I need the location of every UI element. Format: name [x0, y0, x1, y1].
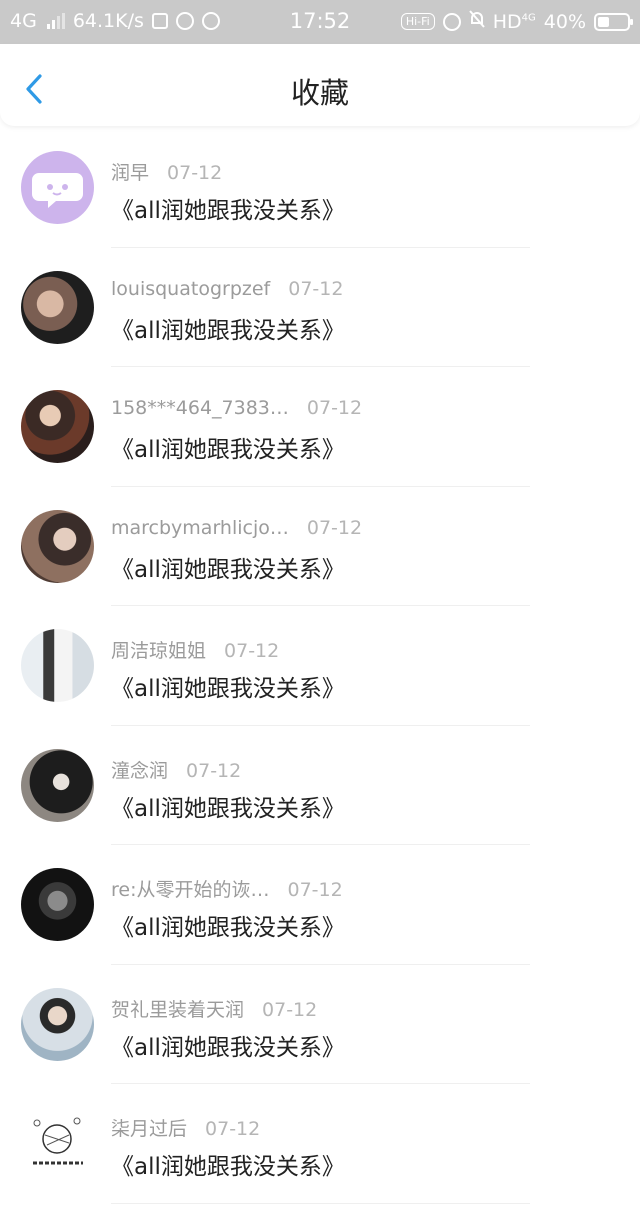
username: 158***464_7383…: [111, 397, 289, 419]
username: louisquatogrpzef: [111, 277, 271, 300]
list-item[interactable]: louisquatogrpzef 07-12 《all润她跟我没关系》: [0, 248, 640, 367]
username: 润早: [111, 162, 150, 184]
favorites-list: 润早 07-12 《all润她跟我没关系》 louisquatogrpzef 07-12…: [0, 128, 640, 1204]
item-meta: 润早 07-12: [111, 158, 222, 185]
doodle-avatar-icon: [33, 1117, 83, 1165]
item-title: 《all润她跟我没关系》: [111, 1154, 345, 1180]
hd-indicator: HD4G: [493, 11, 536, 33]
list-item[interactable]: 周洁琼姐姐 07-12 《all润她跟我没关系》: [0, 606, 640, 726]
bell-muted-icon: [468, 10, 485, 33]
list-item[interactable]: 158***464_7383… 07-12 《all润她跟我没关系》: [0, 367, 640, 487]
item-meta: 潼念润 07-12: [111, 756, 241, 783]
item-title: 《all润她跟我没关系》: [111, 915, 345, 941]
date: 07-12: [288, 277, 344, 300]
list-item[interactable]: 贺礼里装着天润 07-12 《all润她跟我没关系》: [0, 965, 640, 1084]
item-title: 《all润她跟我没关系》: [111, 317, 345, 344]
battery-percent: 40%: [543, 10, 586, 33]
item-meta: re:从零开始的诙… 07-12: [111, 875, 343, 902]
avatar[interactable]: [21, 748, 94, 822]
date: 07-12: [306, 516, 363, 539]
item-meta: 贺礼里装着天润 07-12: [111, 995, 317, 1022]
item-title: 《all润她跟我没关系》: [111, 556, 345, 583]
date: 07-12: [262, 998, 318, 1021]
avatar[interactable]: [21, 629, 94, 702]
alarm-clock-icon: [442, 12, 461, 31]
username: 贺礼里装着天润: [111, 998, 245, 1021]
item-meta: 158***464_7383… 07-12: [111, 397, 362, 419]
nav-bar: 收藏: [0, 44, 640, 126]
avatar[interactable]: [21, 509, 94, 583]
hd-label: HD: [492, 10, 522, 33]
avatar[interactable]: [21, 390, 94, 463]
divider: [111, 1202, 530, 1204]
list-item[interactable]: re:从零开始的诙… 07-12 《all润她跟我没关系》: [0, 845, 640, 965]
item-title: 《all润她跟我没关系》: [111, 198, 345, 224]
status-bar: 4G 64.1K/s 17:52 Hi-Fi HD4G 40%: [0, 0, 640, 44]
avatar[interactable]: [21, 270, 94, 344]
username: 周洁琼姐姐: [111, 640, 207, 662]
page-title: 收藏: [290, 76, 349, 110]
avatar[interactable]: [21, 151, 94, 224]
date: 07-12: [186, 759, 242, 782]
username: marcbymarhlicjo…: [111, 516, 289, 539]
item-meta: louisquatogrpzef 07-12: [111, 278, 343, 300]
list-item[interactable]: 柒月过后 07-12 《all润她跟我没关系》: [0, 1084, 640, 1204]
date: 07-12: [167, 162, 223, 184]
item-title: 《all润她跟我没关系》: [111, 1034, 345, 1061]
list-item[interactable]: marcbymarhlicjo… 07-12 《all润她跟我没关系》: [0, 487, 640, 606]
username: re:从零开始的诙…: [111, 879, 270, 901]
date: 07-12: [224, 640, 280, 662]
battery-icon: [594, 12, 633, 31]
item-meta: 周洁琼姐姐 07-12: [111, 636, 279, 663]
avatar[interactable]: [21, 868, 94, 941]
username: 柒月过后: [111, 1118, 188, 1140]
date: 07-12: [287, 879, 343, 901]
status-right: Hi-Fi HD4G 40%: [400, 10, 633, 33]
item-title: 《all润她跟我没关系》: [111, 676, 345, 702]
item-title: 《all润她跟我没关系》: [111, 437, 345, 463]
date: 07-12: [205, 1118, 261, 1140]
item-meta: marcbymarhlicjo… 07-12: [111, 517, 362, 539]
battery-tip: [630, 18, 633, 25]
chat-bubble-icon: [32, 173, 83, 208]
avatar[interactable]: [21, 987, 94, 1061]
list-item[interactable]: 潼念润 07-12 《all润她跟我没关系》: [0, 726, 640, 845]
item-title: 《all润她跟我没关系》: [111, 795, 345, 822]
date: 07-12: [306, 397, 363, 419]
username: 潼念润: [111, 759, 169, 782]
item-meta: 柒月过后 07-12: [111, 1114, 260, 1141]
hifi-badge: Hi-Fi: [400, 13, 435, 30]
avatar[interactable]: [21, 1107, 94, 1180]
battery-fill: [598, 16, 609, 27]
hd-sup: 4G: [521, 12, 536, 24]
list-item[interactable]: 润早 07-12 《all润她跟我没关系》: [0, 128, 640, 248]
